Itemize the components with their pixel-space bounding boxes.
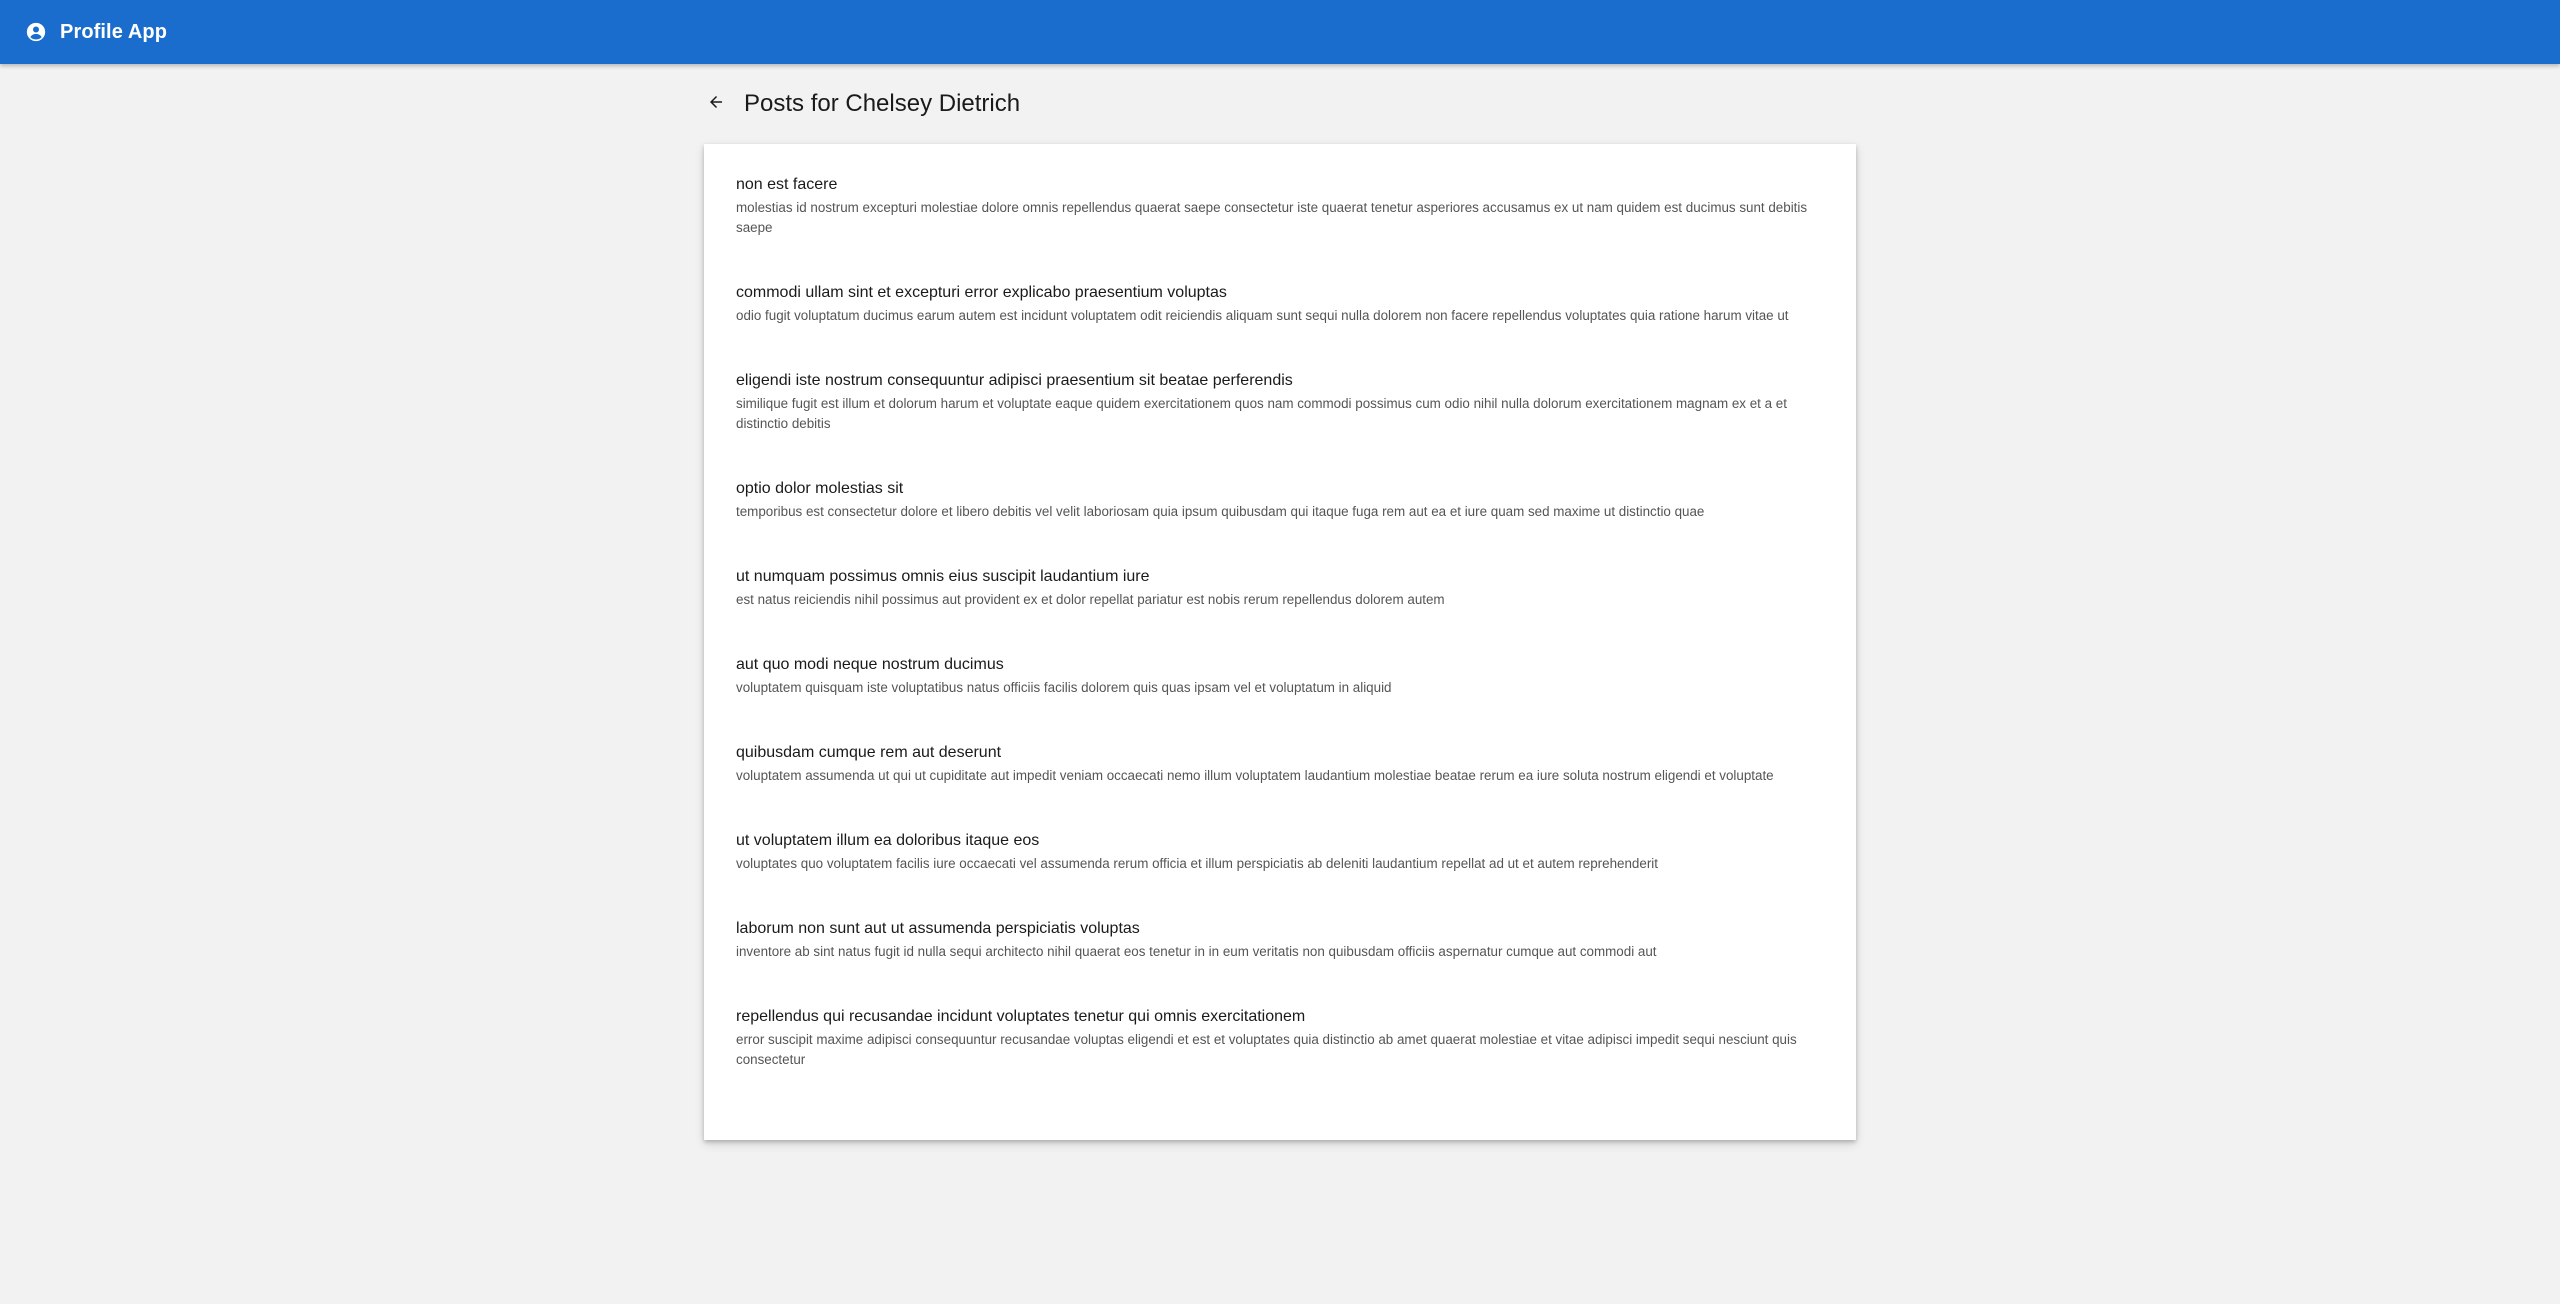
post-item[interactable]: repellendus qui recusandae incidunt volu… — [704, 1007, 1856, 1070]
post-body: est natus reiciendis nihil possimus aut … — [736, 592, 1445, 607]
post-title: commodi ullam sint et excepturi error ex… — [736, 284, 1227, 301]
post-title: aut quo modi neque nostrum ducimus — [736, 656, 1004, 673]
post-item[interactable]: commodi ullam sint et excepturi error ex… — [704, 283, 1856, 326]
post-body: voluptatem assumenda ut qui ut cupiditat… — [736, 768, 1774, 783]
post-body: inventore ab sint natus fugit id nulla s… — [736, 944, 1657, 959]
account-circle-icon — [26, 22, 46, 42]
post-body: voluptatem quisquam iste voluptatibus na… — [736, 680, 1392, 695]
post-title: optio dolor molestias sit — [736, 480, 904, 497]
post-item[interactable]: eligendi iste nostrum consequuntur adipi… — [704, 371, 1856, 434]
post-title: non est facere — [736, 176, 838, 193]
post-body: error suscipit maxime adipisci consequun… — [736, 1032, 1797, 1067]
arrow-back-icon — [707, 93, 725, 116]
post-item[interactable]: ut voluptatem illum ea doloribus itaque … — [704, 831, 1856, 874]
post-body: molestias id nostrum excepturi molestiae… — [736, 200, 1808, 235]
post-body: temporibus est consectetur dolore et lib… — [736, 504, 1705, 519]
post-title: repellendus qui recusandae incidunt volu… — [736, 1008, 1306, 1025]
post-body: similique fugit est illum et dolorum har… — [736, 396, 1787, 431]
app-bar: Profile App — [0, 0, 2560, 64]
post-title: ut voluptatem illum ea doloribus itaque … — [736, 832, 1040, 849]
post-item[interactable]: non est facere molestias id nostrum exce… — [704, 175, 1856, 238]
post-item[interactable]: ut numquam possimus omnis eius suscipit … — [704, 567, 1856, 610]
page-title: Posts for Chelsey Dietrich — [744, 90, 1021, 117]
post-title: quibusdam cumque rem aut deserunt — [736, 744, 1002, 761]
post-body: voluptates quo voluptatem facilis iure o… — [736, 856, 1658, 871]
post-title: ut numquam possimus omnis eius suscipit … — [736, 568, 1150, 585]
post-title: laborum non sunt aut ut assumenda perspi… — [736, 920, 1140, 937]
post-item[interactable]: optio dolor molestias sit temporibus est… — [704, 479, 1856, 522]
post-title: eligendi iste nostrum consequuntur adipi… — [736, 372, 1293, 389]
post-item[interactable]: aut quo modi neque nostrum ducimus volup… — [704, 655, 1856, 698]
post-body: odio fugit voluptatum ducimus earum aute… — [736, 308, 1789, 323]
post-item[interactable]: quibusdam cumque rem aut deserunt volupt… — [704, 743, 1856, 786]
post-item[interactable]: laborum non sunt aut ut assumenda perspi… — [704, 919, 1856, 962]
page-header: Posts for Chelsey Dietrich — [703, 84, 1020, 124]
app-title: Profile App — [60, 20, 168, 43]
back-button[interactable] — [703, 91, 729, 117]
posts-list: non est facere molestias id nostrum exce… — [704, 144, 1856, 1140]
